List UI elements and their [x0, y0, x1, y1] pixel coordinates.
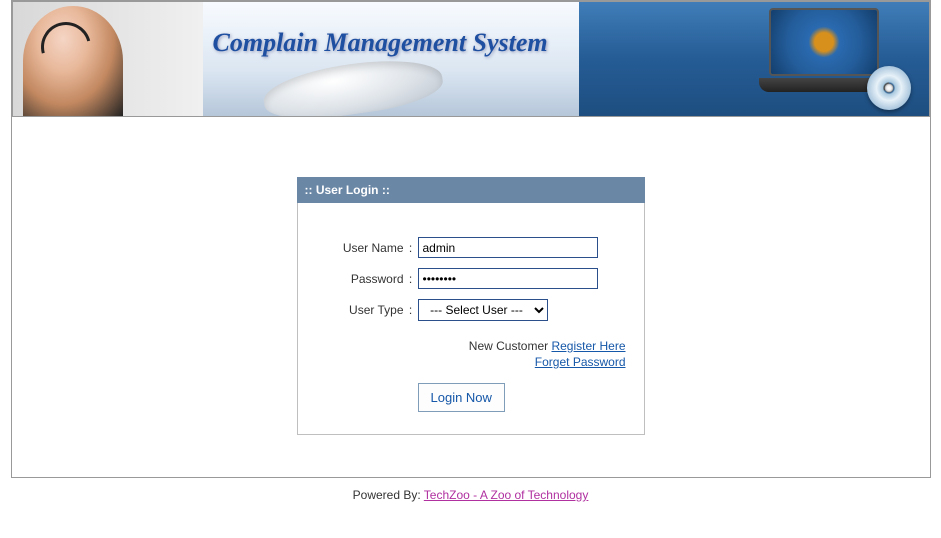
username-label: User Name — [316, 241, 404, 255]
content-area: :: User Login :: User Name : Password : … — [12, 117, 930, 477]
banner-mid: Complain Management System — [203, 2, 579, 116]
login-box-title: :: User Login :: — [297, 177, 645, 203]
mouse-icon — [260, 52, 445, 117]
register-link[interactable]: Register Here — [551, 339, 625, 353]
password-label: Password — [316, 272, 404, 286]
button-row: Login Now — [316, 383, 626, 412]
banner-right — [579, 2, 929, 116]
new-customer-text: New Customer — [469, 339, 552, 353]
row-password: Password : — [316, 268, 626, 289]
disc-icon — [867, 66, 911, 110]
footer: Powered By: TechZoo - A Zoo of Technolog… — [0, 478, 941, 510]
footer-prefix: Powered By: — [353, 488, 424, 502]
password-input[interactable] — [418, 268, 598, 289]
footer-link[interactable]: TechZoo - A Zoo of Technology — [424, 488, 589, 502]
row-username: User Name : — [316, 237, 626, 258]
usertype-label: User Type — [316, 303, 404, 317]
forget-row: Forget Password — [316, 355, 626, 369]
login-box-body: User Name : Password : User Type : --- S… — [297, 203, 645, 435]
site-title: Complain Management System — [213, 28, 548, 58]
banner-left-graphic — [13, 2, 203, 116]
register-row: New Customer Register Here — [316, 339, 626, 353]
login-button[interactable]: Login Now — [418, 383, 505, 412]
row-usertype: User Type : --- Select User --- — [316, 299, 626, 321]
username-input[interactable] — [418, 237, 598, 258]
login-box: :: User Login :: User Name : Password : … — [297, 177, 645, 435]
forget-password-link[interactable]: Forget Password — [535, 355, 626, 369]
usertype-select[interactable]: --- Select User --- — [418, 299, 548, 321]
page-wrapper: Complain Management System :: User Login… — [11, 0, 931, 478]
header-banner: Complain Management System — [12, 1, 930, 117]
